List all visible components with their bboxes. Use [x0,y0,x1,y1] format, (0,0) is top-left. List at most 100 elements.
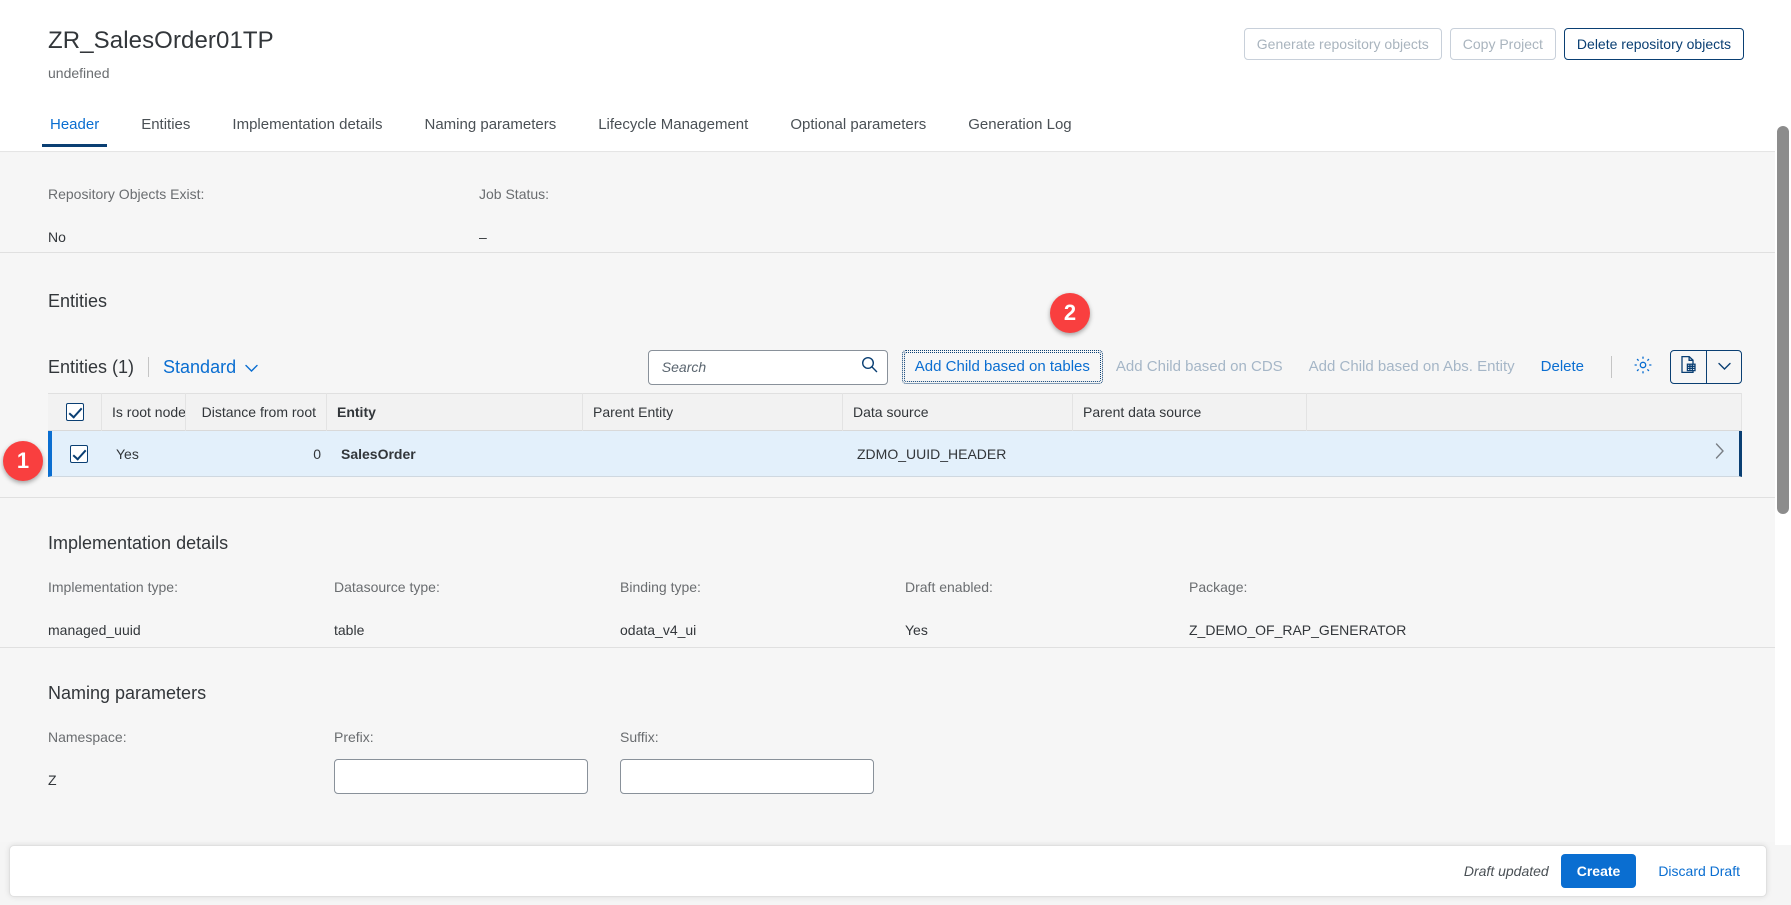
field-draft-enabled: Draft enabled: Yes [905,578,993,639]
cell-parent-data-source [1077,431,1311,477]
entities-table: Is root node Distance from root Entity P… [48,393,1742,477]
export-button[interactable] [1671,351,1707,383]
field-value: odata_v4_ui [620,622,697,638]
copy-project-button[interactable]: Copy Project [1449,28,1556,60]
toolbar-divider [148,357,150,377]
chevron-down-icon [245,357,258,378]
generate-repository-objects-button[interactable]: Generate repository objects [1243,28,1442,60]
column-header-data-source[interactable]: Data source [843,393,1073,431]
field-label: Suffix: [620,729,659,745]
column-header-distance-from-root[interactable]: Distance from root [186,393,327,431]
field-namespace: Namespace: Z [48,728,127,789]
cell-is-root-node: Yes [116,445,139,462]
entities-section-title: Entities [48,291,108,311]
table-row[interactable]: Yes 0 SalesOrder ZDMO_UUID_HEADER [48,431,1742,477]
page-subtitle: undefined [48,65,110,81]
entities-table-title: Entities (1) [48,356,135,377]
field-label: Namespace: [48,729,127,745]
tab-optional-parameters[interactable]: Optional parameters [788,112,928,147]
naming-parameters-section: Naming parameters Namespace: Z Prefix: S… [0,648,1776,842]
chevron-right-icon [1715,443,1725,464]
field-prefix: Prefix: [334,728,588,794]
export-spreadsheet-icon [1679,355,1698,379]
cell-distance-from-root: 0 [313,445,321,462]
object-page-header: ZR_SalesOrder01TP undefined Generate rep… [0,0,1776,152]
delete-button[interactable]: Delete [1528,350,1597,384]
implementation-details-title: Implementation details [48,533,229,553]
column-header-parent-data-source[interactable]: Parent data source [1073,393,1307,431]
field-label: Draft enabled: [905,579,993,595]
row-select-checkbox[interactable] [70,444,88,463]
field-label: Package: [1189,579,1248,595]
implementation-details-section: Implementation details Implementation ty… [0,498,1776,648]
draft-status-text: Draft updated [1463,863,1549,879]
prefix-input[interactable] [334,759,588,794]
cell-navigation [1311,431,1739,477]
tab-header[interactable]: Header [41,112,108,147]
page-scrollbar-track[interactable] [1775,0,1791,845]
select-all-checkbox[interactable] [66,403,84,421]
naming-parameters-title: Naming parameters [48,683,207,703]
discard-draft-button[interactable]: Discard Draft [1648,854,1750,888]
field-suffix: Suffix: [620,728,874,794]
variant-selector[interactable]: Standard [163,357,258,378]
entities-section: Entities Entities (1) Standard Search Ad… [0,253,1776,498]
field-value: No [48,229,66,245]
field-job-status: Job Status: – [479,185,549,246]
suffix-input[interactable] [620,759,874,794]
field-value: Yes [905,622,928,638]
add-child-based-on-abs-entity-button[interactable]: Add Child based on Abs. Entity [1296,350,1528,384]
chevron-down-icon [1717,358,1731,376]
field-label: Job Status: [479,186,550,202]
cell-parent-entity [587,431,847,477]
search-input[interactable] [659,358,861,376]
step-badge-2: 2 [1050,293,1090,333]
field-label: Prefix: [334,729,374,745]
field-value: – [479,229,487,245]
add-child-based-on-cds-button[interactable]: Add Child based on CDS [1103,350,1296,384]
delete-repository-objects-button[interactable]: Delete repository objects [1563,28,1744,60]
tab-bar: Header Entities Implementation details N… [0,112,1776,152]
footer-bar: Draft updated Create Discard Draft [9,845,1767,897]
tab-entities[interactable]: Entities [139,112,192,147]
field-repository-objects-exist: Repository Objects Exist: No [48,185,204,246]
row-navigate-button[interactable] [1715,431,1725,476]
field-value: table [334,622,365,638]
search-icon[interactable] [861,356,878,378]
tab-lifecycle-management[interactable]: Lifecycle Management [596,112,750,147]
create-button[interactable]: Create [1560,854,1637,888]
cell-entity: SalesOrder [341,445,416,462]
field-label: Implementation type: [48,579,178,595]
column-header-is-root-node[interactable]: Is root node [102,393,186,431]
title-block: ZR_SalesOrder01TP undefined [48,26,274,82]
field-implementation-type: Implementation type: managed_uuid [48,578,178,639]
field-label: Datasource type: [334,579,440,595]
page-scrollbar-thumb[interactable] [1777,126,1789,514]
field-package: Package: Z_DEMO_OF_RAP_GENERATOR [1189,578,1406,639]
export-options-button[interactable] [1707,351,1741,383]
export-split-button[interactable] [1670,350,1742,384]
select-all-cell[interactable] [48,393,102,431]
entities-table-toolbar: Entities (1) Standard Add Child based [48,343,1742,391]
header-actions: Generate repository objects Copy Project… [1243,28,1744,60]
tab-naming-parameters[interactable]: Naming parameters [423,112,559,147]
tab-implementation-details[interactable]: Implementation details [230,112,384,147]
header-fields-section: Repository Objects Exist: No Job Status:… [0,153,1776,253]
table-header-row: Is root node Distance from root Entity P… [48,393,1742,431]
variant-label: Standard [163,356,237,377]
settings-button[interactable] [1626,350,1660,384]
field-datasource-type: Datasource type: table [334,578,440,639]
field-label: Binding type: [620,579,701,595]
column-header-parent-entity[interactable]: Parent Entity [583,393,843,431]
tab-generation-log[interactable]: Generation Log [966,112,1073,147]
field-label: Repository Objects Exist: [48,186,205,202]
gear-icon [1633,355,1653,380]
row-select-cell[interactable] [52,431,106,477]
add-child-based-on-tables-button[interactable]: Add Child based on tables [901,350,1103,384]
cell-data-source: ZDMO_UUID_HEADER [857,445,1007,462]
column-header-navigation [1307,393,1742,431]
search-field[interactable] [647,349,888,385]
toolbar-separator [1611,356,1612,378]
column-header-entity[interactable]: Entity [327,393,583,431]
app-root: ZR_SalesOrder01TP undefined Generate rep… [0,0,1791,905]
